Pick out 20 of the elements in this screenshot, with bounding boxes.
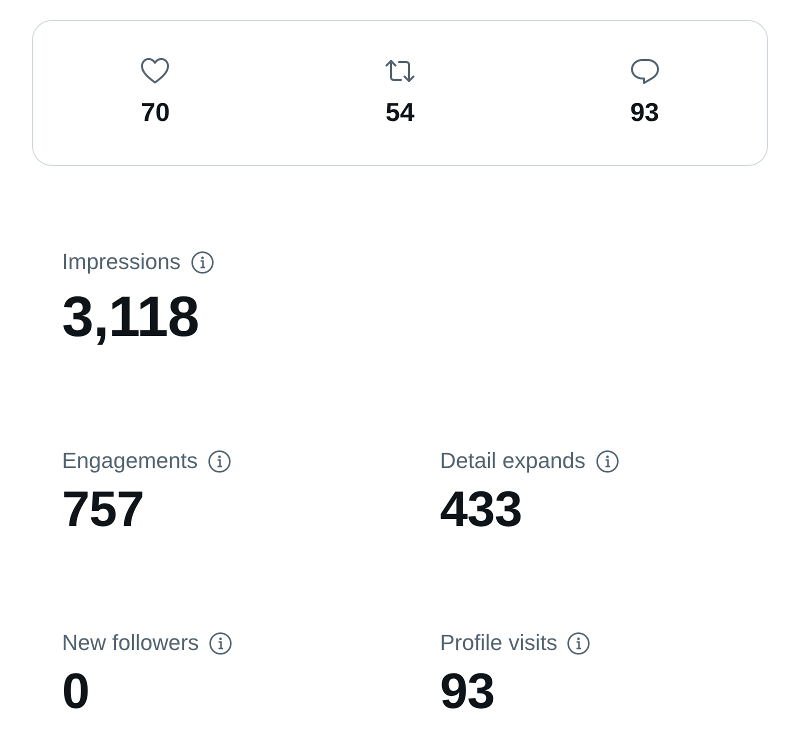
info-icon[interactable]: [208, 632, 232, 654]
info-icon[interactable]: [567, 632, 590, 654]
metric-value: 433: [440, 481, 522, 537]
metric-label: New followers: [62, 629, 199, 657]
info-icon[interactable]: [208, 450, 231, 472]
info-icon[interactable]: [596, 450, 619, 472]
info-icon[interactable]: [190, 250, 214, 274]
metric-value: 0: [62, 663, 90, 719]
metric-value: 757: [62, 481, 144, 537]
speech-bubble-icon: [630, 56, 660, 86]
heart-icon: [140, 56, 170, 86]
metric-value: 93: [440, 663, 495, 719]
repost-count: 54: [386, 97, 414, 127]
metric-label: Impressions: [62, 248, 181, 276]
metric-label: Detail expands: [440, 447, 586, 475]
metric-label: Engagements: [62, 447, 198, 475]
like-count: 70: [140, 97, 170, 127]
metric-label: Profile visits: [440, 629, 558, 657]
metric-value: 3,118: [62, 285, 199, 349]
reply-count: 93: [630, 97, 660, 127]
